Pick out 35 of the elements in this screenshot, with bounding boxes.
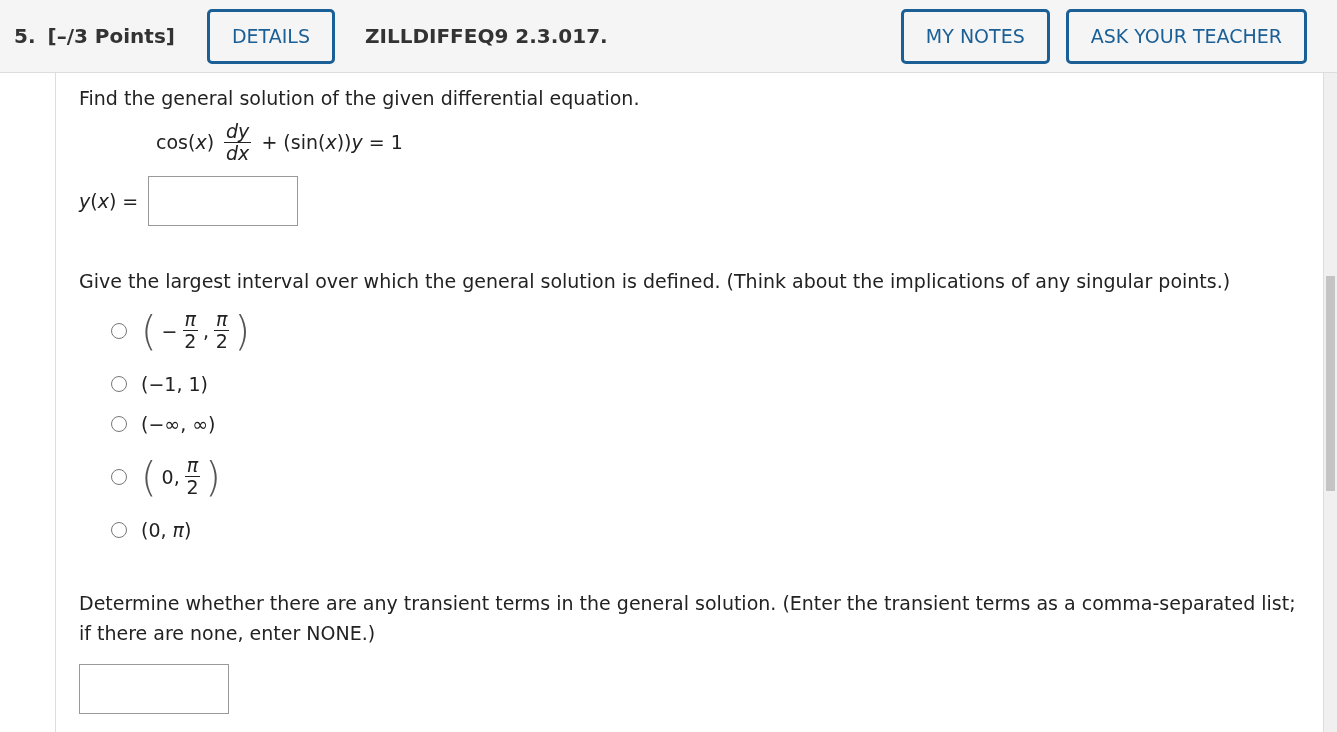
my-notes-button[interactable]: MY NOTES [900, 8, 1050, 64]
answer-field[interactable] [79, 663, 229, 714]
question-prompt: Give the largest interval over which the general solution is defined. (Think about the implications of any singular points.) [79, 268, 1232, 294]
parenthesis: ) [234, 310, 251, 351]
radio-button[interactable] [111, 468, 127, 485]
question-prompt: Find the general solution of the given differential equation. [79, 86, 641, 111]
radio-button[interactable] [111, 521, 127, 538]
fraction: π 2 [184, 455, 201, 499]
equation-text: cos(x) [156, 131, 215, 154]
ask-teacher-button[interactable]: ASK YOUR TEACHER [1065, 8, 1307, 64]
parenthesis: ) [205, 456, 221, 497]
option-text: (0, π) [141, 518, 192, 541]
parenthesis: ( [141, 456, 157, 497]
fraction: π 2 [214, 309, 230, 353]
option-text: (−∞, ∞) [141, 412, 216, 435]
option-text: − [161, 319, 178, 342]
equation-text: + (sin(x))y = 1 [261, 131, 403, 154]
points-label: [–/3 Points] [47, 24, 175, 48]
option-text: , [203, 319, 210, 342]
option-text: (−1, 1) [141, 372, 208, 395]
option-text: 0, [161, 465, 180, 488]
question-prompt: Determine whether there are any transient terms in the general solution. (Enter the transient terms as a comma-separated list; if there are none, enter NONE.) [79, 590, 1297, 646]
parenthesis: ( [141, 310, 157, 351]
answer-label: y(x) = [79, 189, 139, 212]
details-button[interactable]: DETAILS [206, 8, 335, 64]
question-number: 5. [14, 24, 36, 48]
scrollbar[interactable] [1324, 73, 1337, 732]
answer-field[interactable] [148, 175, 299, 226]
scrollbar-thumb[interactable] [1326, 276, 1335, 491]
fraction: dy dx [224, 121, 252, 164]
radio-button[interactable] [111, 415, 127, 432]
fraction: π 2 [182, 309, 198, 353]
radio-button[interactable] [111, 375, 127, 392]
question-code: ZILLDIFFEQ9 2.3.017. [364, 24, 608, 48]
radio-button[interactable] [111, 322, 127, 339]
